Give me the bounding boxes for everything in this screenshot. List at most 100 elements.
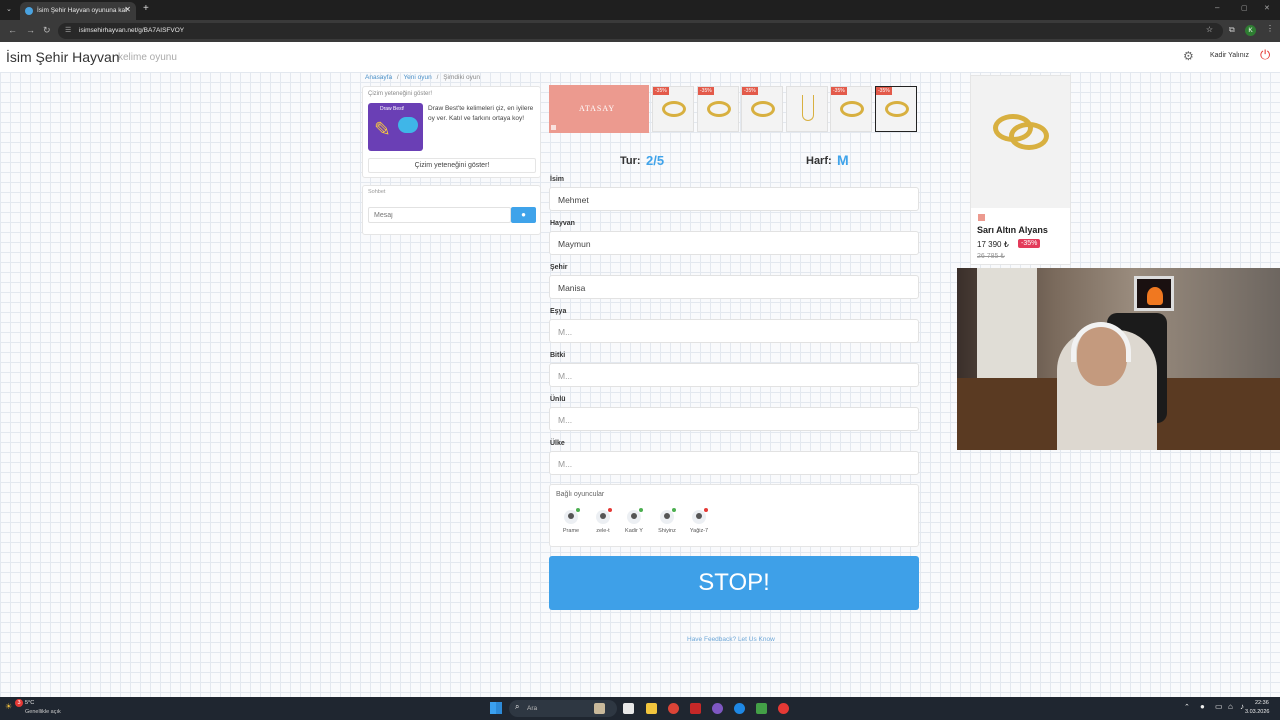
ad-info-icon bbox=[551, 125, 556, 130]
forward-icon[interactable]: → bbox=[26, 25, 35, 35]
file-explorer-icon[interactable] bbox=[646, 703, 657, 714]
app-green-icon[interactable] bbox=[756, 703, 767, 714]
field-isim[interactable]: Mehmet bbox=[549, 187, 919, 211]
ad-brand-logo: ATASAY bbox=[579, 104, 616, 113]
discount-badge: -35% bbox=[742, 87, 758, 95]
logout-icon[interactable]: ⏻ bbox=[1260, 47, 1270, 63]
browser-tab[interactable]: İsim Şehir Hayvan oyununa kat ✕ bbox=[20, 2, 136, 20]
ring-image bbox=[1009, 122, 1049, 150]
brand-mark-icon bbox=[978, 214, 985, 221]
notification-badge: 3 bbox=[15, 699, 23, 707]
caret-up-icon[interactable]: ⌃ bbox=[1184, 703, 1190, 711]
breadcrumb-new-game[interactable]: Yeni oyun bbox=[403, 74, 431, 81]
field-label-esya: Eşya bbox=[550, 308, 567, 315]
ring-image bbox=[707, 101, 731, 117]
username[interactable]: Kadir Yalınız bbox=[1210, 52, 1249, 59]
player-item[interactable]: zele-t bbox=[590, 508, 616, 534]
show-drawing-button[interactable]: Çizim yeteneğini göster! bbox=[368, 158, 536, 173]
player-name: Yağiz-7 bbox=[689, 528, 709, 534]
field-ulke[interactable]: M... bbox=[549, 451, 919, 475]
product-ad-card[interactable]: i Sarı Altın Alyans 17 390 ₺ -35% 26 785… bbox=[970, 75, 1071, 265]
breadcrumb-home[interactable]: Anasayfa bbox=[365, 74, 392, 81]
ad-thumb-ring-selected[interactable]: -35% bbox=[875, 86, 917, 132]
ad-thumb-ring[interactable]: -35% bbox=[652, 86, 694, 132]
maximize-icon[interactable]: ▢ bbox=[1241, 4, 1248, 12]
field-bitki[interactable]: M... bbox=[549, 363, 919, 387]
field-label-isim: İsim bbox=[550, 176, 565, 183]
volume-icon[interactable]: ♪ bbox=[1240, 702, 1244, 711]
back-icon[interactable]: ← bbox=[8, 25, 17, 35]
discount-badge: -35% bbox=[876, 87, 892, 95]
chat-card: Sohbet ● bbox=[362, 185, 541, 235]
stop-button[interactable]: STOP! bbox=[549, 556, 919, 610]
app-a-icon[interactable] bbox=[690, 703, 701, 714]
start-icon[interactable] bbox=[490, 702, 502, 714]
round-value: 2/5 bbox=[646, 153, 665, 168]
network-icon[interactable]: ⌂ bbox=[1228, 702, 1233, 711]
menu-kebab-icon[interactable]: ⋮ bbox=[1266, 24, 1274, 33]
search-icon: ⌕ bbox=[515, 702, 520, 711]
player-item[interactable]: Yağiz-7 bbox=[686, 508, 712, 534]
feedback-link[interactable]: Have Feedback? Let Us Know bbox=[687, 636, 775, 643]
reload-icon[interactable]: ↻ bbox=[43, 25, 51, 36]
display-icon[interactable]: ▭ bbox=[1215, 702, 1223, 711]
webcam-overlay bbox=[957, 268, 1280, 450]
send-message-button[interactable]: ● bbox=[511, 207, 536, 223]
drawing-promo-card: Çizim yeteneğini göster! Draw Best! ✎ Dr… bbox=[362, 86, 541, 178]
minimize-icon[interactable]: – bbox=[1215, 3, 1219, 12]
clock-time[interactable]: 22:36 bbox=[1255, 700, 1269, 706]
browser-toolbar: ← → ↻ ☰ isimsehirhayvan.net/g/BA7AISFVOY… bbox=[0, 20, 1280, 42]
player-item[interactable]: Kadir Y bbox=[621, 508, 647, 534]
weather-icon[interactable]: ☀ bbox=[5, 702, 12, 711]
field-label-unlu: Ünlü bbox=[550, 396, 566, 403]
app-purple-icon[interactable] bbox=[712, 703, 723, 714]
taskview-icon[interactable] bbox=[594, 703, 605, 714]
ad-thumb-ring[interactable]: -35% bbox=[830, 86, 872, 132]
field-label-sehir: Şehir bbox=[550, 264, 568, 271]
ad-thumb-necklace[interactable] bbox=[786, 86, 828, 132]
tab-close-icon[interactable]: ✕ bbox=[124, 5, 131, 14]
windows-taskbar: 3 ☀ 5°C Genellikle açık ⌕ Ara ⌃ ● ▭ ⌂ ♪ … bbox=[0, 697, 1280, 720]
app-red-icon[interactable] bbox=[778, 703, 789, 714]
player-avatar-icon bbox=[627, 508, 643, 524]
player-item[interactable]: Prame bbox=[558, 508, 584, 534]
mic-icon[interactable]: ● bbox=[1200, 702, 1205, 711]
new-tab-icon[interactable]: + bbox=[143, 3, 149, 14]
chrome-icon[interactable] bbox=[668, 703, 679, 714]
clock-date[interactable]: 3.03.2026 bbox=[1245, 709, 1269, 715]
widgets-icon[interactable] bbox=[623, 703, 634, 714]
product-name: Sarı Altın Alyans bbox=[977, 225, 1048, 235]
discount-badge: -35% bbox=[653, 87, 669, 95]
field-hayvan[interactable]: Maymun bbox=[549, 231, 919, 255]
ad-thumb-ring[interactable]: -35% bbox=[697, 86, 739, 132]
product-discount-badge: -35% bbox=[1018, 239, 1041, 248]
weather-temp: 5°C bbox=[25, 700, 35, 706]
ring-image bbox=[662, 101, 686, 117]
player-item[interactable]: Shiyinz bbox=[654, 508, 680, 534]
profile-avatar[interactable]: K bbox=[1245, 25, 1256, 36]
extensions-icon[interactable]: ⧉ bbox=[1229, 25, 1235, 35]
cloud-icon bbox=[398, 117, 418, 133]
gear-icon[interactable]: ⚙ bbox=[1183, 49, 1194, 63]
ad-banner-strip[interactable]: ATASAY bbox=[549, 85, 649, 133]
draw-best-promo-image[interactable]: Draw Best! ✎ bbox=[368, 103, 423, 151]
product-price: 17 390 ₺ bbox=[977, 240, 1009, 249]
draw-best-logo-text: Draw Best! bbox=[380, 106, 405, 112]
site-info-icon[interactable]: ☰ bbox=[65, 26, 71, 34]
player-avatar-icon bbox=[692, 508, 708, 524]
field-esya[interactable]: M... bbox=[549, 319, 919, 343]
chat-title: Sohbet bbox=[368, 189, 386, 195]
ad-thumb-ring[interactable]: -35% bbox=[741, 86, 783, 132]
close-window-icon[interactable]: ✕ bbox=[1264, 4, 1270, 12]
field-sehir[interactable]: Manisa bbox=[549, 275, 919, 299]
tab-list-icon[interactable]: ⌄ bbox=[6, 5, 12, 13]
chat-message-input[interactable] bbox=[368, 207, 511, 223]
brush-icon: ✎ bbox=[374, 119, 391, 141]
bookmark-star-icon[interactable]: ☆ bbox=[1206, 25, 1213, 34]
page-title[interactable]: İsim Şehir Hayvan bbox=[6, 49, 120, 65]
round-label: Tur: bbox=[620, 155, 641, 167]
field-unlu[interactable]: M... bbox=[549, 407, 919, 431]
address-bar[interactable]: ☰ isimsehirhayvan.net/g/BA7AISFVOY ☆ bbox=[58, 23, 1223, 39]
app-blue-icon[interactable] bbox=[734, 703, 745, 714]
player-avatar-icon bbox=[660, 508, 676, 524]
